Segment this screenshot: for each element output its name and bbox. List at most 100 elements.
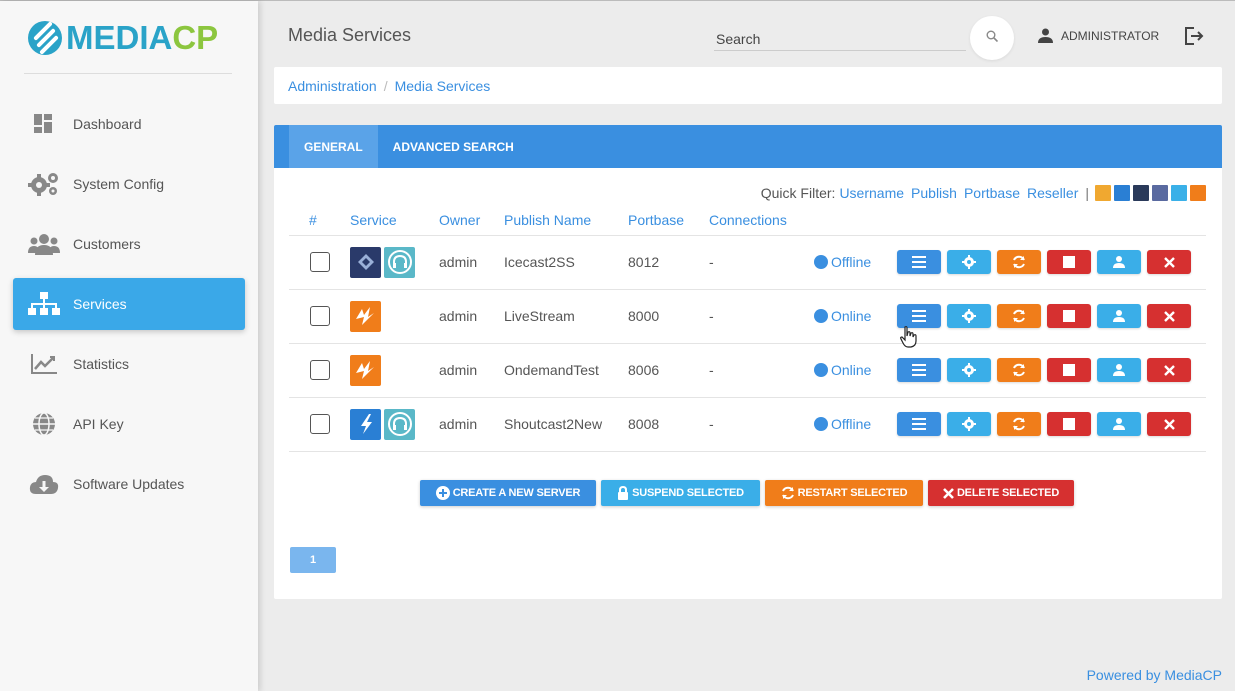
quick-filter-publish[interactable]: Publish xyxy=(911,185,957,201)
close-icon xyxy=(943,487,954,499)
row-checkbox[interactable] xyxy=(310,360,330,380)
filter-flash-icon[interactable] xyxy=(1095,185,1111,201)
breadcrumb-administration[interactable]: Administration xyxy=(288,78,377,94)
tab-general[interactable]: GENERAL xyxy=(289,125,378,168)
login-as-user-button[interactable] xyxy=(1097,304,1141,328)
user-icon xyxy=(1113,310,1125,322)
column-header-service[interactable]: Service xyxy=(350,205,439,236)
status-dot xyxy=(814,255,828,269)
create-server-button[interactable]: CREATE A NEW SERVER xyxy=(420,480,596,506)
publish-name-cell: Icecast2SS xyxy=(504,235,628,290)
user-icon xyxy=(1113,364,1125,376)
settings-button[interactable] xyxy=(947,358,991,382)
portbase-cell: 8000 xyxy=(628,289,709,344)
settings-button[interactable] xyxy=(947,304,991,328)
gear-icon xyxy=(962,255,976,269)
table-row: admin LiveStream 8000 - Online xyxy=(289,289,1206,344)
row-actions xyxy=(897,412,1206,436)
portbase-cell: 8006 xyxy=(628,343,709,398)
dashboard-icon xyxy=(27,111,61,137)
quick-filter-username[interactable]: Username xyxy=(839,185,904,201)
sidebar-item-dashboard[interactable]: Dashboard xyxy=(13,98,245,150)
quick-filter-portbase[interactable]: Portbase xyxy=(964,185,1020,201)
sidebar-item-statistics[interactable]: Statistics xyxy=(13,338,245,390)
create-server-label: CREATE A NEW SERVER xyxy=(452,487,581,499)
owner-cell: admin xyxy=(439,343,504,398)
stop-button[interactable] xyxy=(1047,412,1091,436)
status-text: Online xyxy=(831,362,872,378)
column-header-number[interactable]: # xyxy=(289,205,350,236)
status-dot xyxy=(814,417,828,431)
suspend-selected-button[interactable]: SUSPEND SELECTED xyxy=(601,480,760,506)
restart-selected-button[interactable]: RESTART SELECTED xyxy=(765,480,923,506)
column-header-actions xyxy=(897,205,1206,236)
status-indicator: Offline xyxy=(814,254,897,270)
search-icon xyxy=(986,29,999,47)
settings-button[interactable] xyxy=(947,250,991,274)
menu-button[interactable] xyxy=(897,304,941,328)
restart-button[interactable] xyxy=(997,358,1041,382)
column-header-portbase[interactable]: Portbase xyxy=(628,205,709,236)
close-icon xyxy=(1163,310,1175,322)
portbase-cell: 8008 xyxy=(628,397,709,452)
wowza-icon xyxy=(350,300,381,332)
connections-cell: - xyxy=(709,289,814,344)
sidebar-item-customers[interactable]: Customers xyxy=(13,218,245,270)
delete-selected-button[interactable]: DELETE SELECTED xyxy=(928,480,1074,506)
sidebar-item-api-key[interactable]: API Key xyxy=(13,398,245,450)
delete-button[interactable] xyxy=(1147,304,1191,328)
sidebar-item-software-updates[interactable]: Software Updates xyxy=(13,458,245,510)
restart-button[interactable] xyxy=(997,412,1041,436)
user-menu[interactable]: ADMINISTRATOR xyxy=(1038,28,1159,43)
row-checkbox[interactable] xyxy=(310,414,330,434)
menu-button[interactable] xyxy=(897,250,941,274)
status-indicator: Offline xyxy=(814,416,897,432)
icecast-icon xyxy=(350,246,381,278)
globe-icon xyxy=(27,411,61,437)
menu-button[interactable] xyxy=(897,412,941,436)
table-row: admin Icecast2SS 8012 - Offline xyxy=(289,235,1206,290)
filter-shoutcast-icon[interactable] xyxy=(1114,185,1130,201)
column-header-owner[interactable]: Owner xyxy=(439,205,504,236)
login-as-user-button[interactable] xyxy=(1097,250,1141,274)
sidebar-item-services[interactable]: Services xyxy=(13,278,245,330)
sidebar-item-label: Services xyxy=(73,296,127,312)
login-as-user-button[interactable] xyxy=(1097,412,1141,436)
quick-filter-service-icons xyxy=(1095,185,1206,201)
search-input[interactable] xyxy=(714,27,966,51)
publish-name-cell: Shoutcast2New xyxy=(504,397,628,452)
filter-windows-media-icon[interactable] xyxy=(1171,185,1187,201)
delete-button[interactable] xyxy=(1147,250,1191,274)
column-header-connections[interactable]: Connections xyxy=(709,205,814,236)
filter-icecast-kh-icon[interactable] xyxy=(1152,185,1168,201)
stop-button[interactable] xyxy=(1047,250,1091,274)
quick-filter-reseller[interactable]: Reseller xyxy=(1027,185,1078,201)
breadcrumb-media-services[interactable]: Media Services xyxy=(395,78,491,94)
delete-button[interactable] xyxy=(1147,412,1191,436)
tab-advanced-search[interactable]: ADVANCED SEARCH xyxy=(378,125,529,168)
search-button[interactable] xyxy=(970,16,1014,60)
logout-button[interactable] xyxy=(1184,26,1204,51)
restart-button[interactable] xyxy=(997,304,1041,328)
settings-button[interactable] xyxy=(947,412,991,436)
filter-icecast-icon[interactable] xyxy=(1133,185,1149,201)
table-row: admin Shoutcast2New 8008 - Offline xyxy=(289,397,1206,452)
list-icon xyxy=(912,256,926,268)
gear-icon xyxy=(962,417,976,431)
sidebar-item-system-config[interactable]: System Config xyxy=(13,158,245,210)
restart-button[interactable] xyxy=(997,250,1041,274)
menu-button[interactable] xyxy=(897,358,941,382)
bulk-actions: CREATE A NEW SERVER SUSPEND SELECTED RES… xyxy=(420,480,1074,506)
column-header-publish-name[interactable]: Publish Name xyxy=(504,205,628,236)
mediacp-logo[interactable]: MEDIACP xyxy=(28,21,218,55)
row-checkbox[interactable] xyxy=(310,306,330,326)
login-as-user-button[interactable] xyxy=(1097,358,1141,382)
filter-wowza-icon[interactable] xyxy=(1190,185,1206,201)
delete-button[interactable] xyxy=(1147,358,1191,382)
pagination-page-1[interactable]: 1 xyxy=(290,547,336,573)
row-checkbox[interactable] xyxy=(310,252,330,272)
stop-button[interactable] xyxy=(1047,358,1091,382)
footer-powered-by[interactable]: Powered by MediaCP xyxy=(1087,667,1222,683)
row-actions xyxy=(897,250,1206,274)
stop-button[interactable] xyxy=(1047,304,1091,328)
